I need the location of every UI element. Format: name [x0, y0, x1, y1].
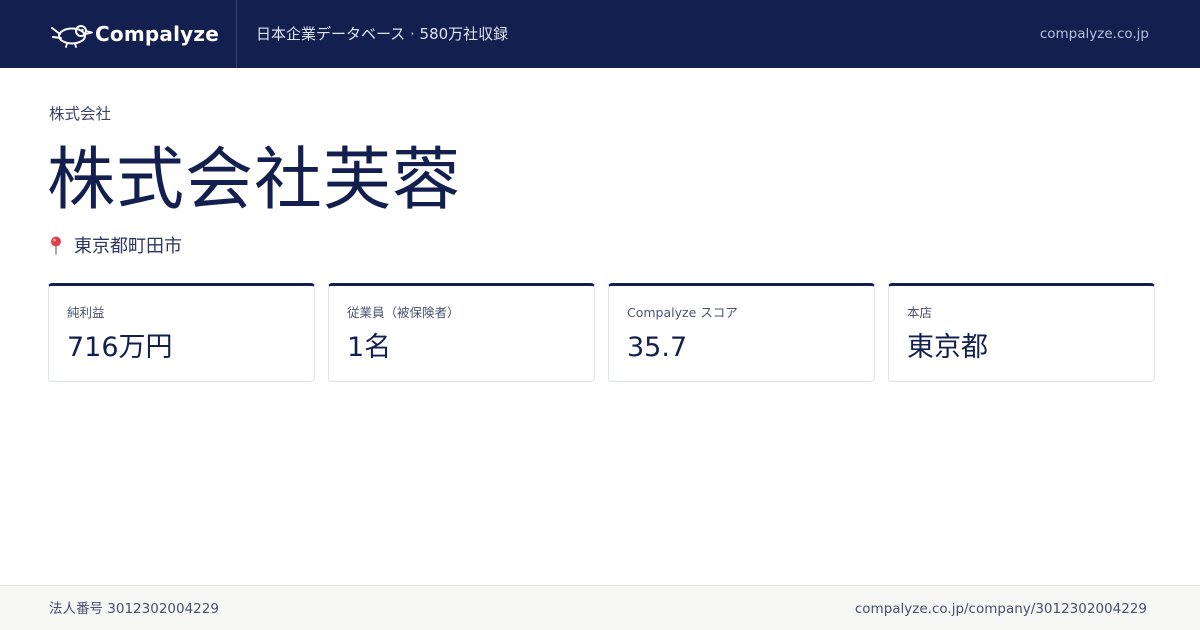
- metric-label: 純利益: [67, 305, 105, 320]
- metric-value: 1名: [347, 332, 392, 363]
- metric-cards: 純利益 716万円 従業員（被保険者） 1名 Compalyze スコア 35.…: [48, 283, 1155, 382]
- header-divider: [236, 0, 237, 68]
- map-pin-icon: [51, 236, 61, 255]
- metric-value: 35.7: [627, 332, 688, 363]
- location-text: 東京都町田市: [74, 236, 182, 257]
- footer-bar: 法人番号 3012302004229 compalyze.co.jp/compa…: [0, 585, 1200, 630]
- company-name: 株式会社芙蓉: [47, 141, 462, 220]
- metric-label: 従業員（被保険者）: [347, 305, 460, 320]
- metric-value: 716万円: [67, 332, 173, 363]
- metric-value: 東京都: [907, 332, 988, 363]
- brand-logo[interactable]: Compalyze: [50, 18, 219, 50]
- company-url-link[interactable]: compalyze.co.jp/company/3012302004229: [855, 600, 1147, 618]
- header-bar: Compalyze 日本企業データベース · 580万社収録 compalyze…: [0, 0, 1200, 68]
- brand-tagline: 日本企業データベース · 580万社収録: [256, 25, 509, 43]
- corporate-number: 法人番号 3012302004229: [49, 601, 219, 617]
- bird-logo-icon: [51, 25, 93, 48]
- company-location: 東京都町田市: [48, 232, 182, 258]
- metric-card-score: Compalyze スコア 35.7: [608, 283, 875, 382]
- site-link[interactable]: compalyze.co.jp: [1040, 25, 1149, 43]
- company-type-label: 株式会社: [49, 105, 112, 123]
- metric-card-headquarters: 本店 東京都: [888, 283, 1155, 382]
- metric-label: 本店: [907, 305, 933, 320]
- metric-card-net-income: 純利益 716万円: [48, 283, 315, 382]
- brand-name: Compalyze: [95, 22, 219, 46]
- metric-card-employees: 従業員（被保険者） 1名: [328, 283, 595, 382]
- metric-label: Compalyze スコア: [627, 305, 738, 320]
